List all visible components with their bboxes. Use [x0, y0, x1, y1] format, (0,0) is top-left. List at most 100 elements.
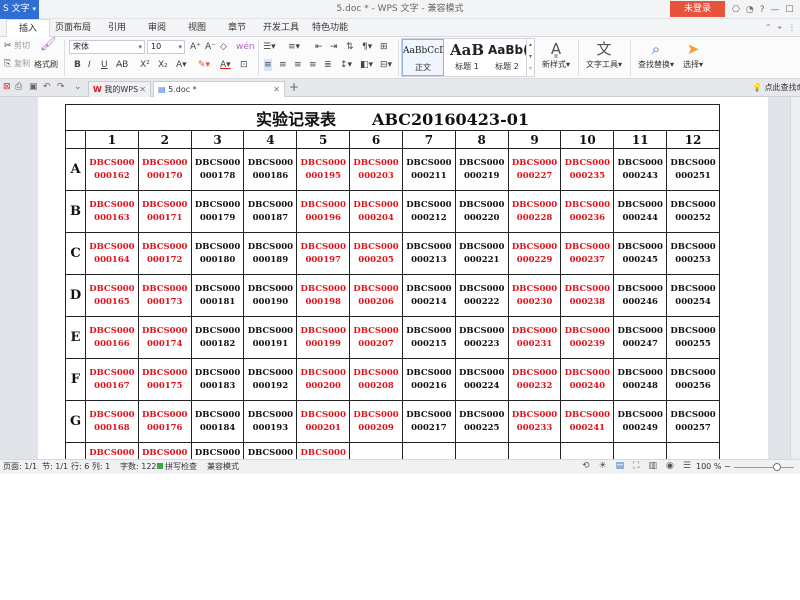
find-replace-button[interactable]: ⌕ 查找替换▾ [634, 39, 678, 70]
sample-cell[interactable]: DBCS000 000214 [401, 274, 456, 317]
sample-cell[interactable]: DBCS000 000173 [137, 274, 192, 317]
sample-cell[interactable]: DBCS000 000184 [190, 400, 245, 443]
sample-cell[interactable]: DBCS000 000162 [85, 148, 139, 191]
sample-cell[interactable]: DBCS000 [296, 442, 351, 459]
sample-cell[interactable]: DBCS000 000232 [507, 358, 562, 401]
sample-cell[interactable]: DBCS000 000166 [85, 316, 139, 359]
sample-cell[interactable]: DBCS000 000167 [85, 358, 139, 401]
sample-cell[interactable]: DBCS000 000251 [666, 148, 720, 191]
sample-cell[interactable]: DBCS000 000209 [349, 400, 403, 443]
sample-cell[interactable]: DBCS000 000227 [507, 148, 562, 191]
sort-icon[interactable]: ⇅ [346, 41, 354, 53]
sample-cell[interactable]: DBCS000 000249 [613, 400, 668, 443]
numbering-icon[interactable]: ≡▾ [288, 41, 300, 53]
full-screen-icon[interactable]: ⛶ [633, 461, 639, 471]
sample-cell[interactable]: DBCS000 000179 [190, 190, 245, 233]
sample-cell[interactable]: DBCS000 000244 [613, 190, 668, 233]
justify-icon[interactable]: ≡ [309, 59, 317, 71]
font-name-select[interactable]: 宋体 ▾ [69, 40, 145, 54]
sample-cell[interactable]: DBCS000 000215 [401, 316, 456, 359]
indent-icon[interactable]: ⇥ [330, 41, 338, 53]
sample-cell[interactable]: DBCS000 000199 [296, 316, 351, 359]
sample-cell[interactable]: DBCS000 000204 [349, 190, 403, 233]
sample-cell[interactable]: DBCS000 000217 [401, 400, 456, 443]
sample-cell[interactable] [560, 442, 615, 459]
sample-cell[interactable]: DBCS000 000207 [349, 316, 403, 359]
sample-cell[interactable]: DBCS000 000233 [507, 400, 562, 443]
highlight-icon[interactable]: ✎▾ [198, 59, 210, 71]
text-effect-icon[interactable]: A▾ [176, 59, 187, 71]
tab-review[interactable]: 审阅 [140, 19, 174, 37]
vertical-scrollbar[interactable] [790, 97, 800, 459]
sample-cell[interactable]: DBCS000 000239 [560, 316, 615, 359]
sample-cell[interactable] [349, 442, 403, 459]
sample-cell[interactable]: DBCS000 000193 [243, 400, 298, 443]
close-icon[interactable]: ✕ [139, 82, 146, 97]
cut-button[interactable]: 剪切 [14, 40, 30, 52]
bullets-icon[interactable]: ☰▾ [263, 41, 276, 53]
sample-cell[interactable]: DBCS000 000187 [243, 190, 298, 233]
bold-icon[interactable]: B [74, 59, 81, 71]
new-style-button[interactable]: A͇ 新样式▾ [538, 39, 574, 70]
sample-cell[interactable]: DBCS000 000256 [666, 358, 720, 401]
sample-cell[interactable]: DBCS000 000245 [613, 232, 668, 275]
sample-cell[interactable] [507, 442, 562, 459]
subscript-icon[interactable]: X₂ [158, 59, 168, 71]
sample-cell[interactable]: DBCS000 000174 [137, 316, 192, 359]
page-view-icon[interactable]: ▤ [616, 461, 625, 471]
pdf-icon[interactable]: ⊠ [3, 82, 11, 92]
sample-cell[interactable]: DBCS000 000178 [190, 148, 245, 191]
eye-protection-icon[interactable]: ☀ [599, 461, 607, 471]
sample-cell[interactable]: DBCS000 000236 [560, 190, 615, 233]
sample-cell[interactable]: DBCS000 000212 [401, 190, 456, 233]
sample-cell[interactable]: DBCS000 [243, 442, 298, 459]
minimize-icon[interactable]: — [771, 5, 780, 15]
tab-insert[interactable]: 插入 [6, 19, 50, 37]
sample-cell[interactable]: DBCS000 000186 [243, 148, 298, 191]
table-grid-icon[interactable]: ⊞ [380, 41, 388, 53]
more-icon[interactable]: ⋮ [788, 23, 796, 33]
sample-cell[interactable]: DBCS000 000237 [560, 232, 615, 275]
tab-view[interactable]: 视图 [180, 19, 214, 37]
sample-cell[interactable]: DBCS000 000171 [137, 190, 192, 233]
sample-cell[interactable]: DBCS000 000252 [666, 190, 720, 233]
sample-cell[interactable]: DBCS000 000230 [507, 274, 562, 317]
sample-cell[interactable]: DBCS000 000246 [613, 274, 668, 317]
distribute-icon[interactable]: ≣ [324, 59, 332, 71]
close-icon[interactable]: ✕ [273, 82, 280, 97]
sample-cell[interactable]: DBCS000 000229 [507, 232, 562, 275]
print-icon[interactable]: ⎙ [15, 82, 22, 92]
clear-format-icon[interactable]: ◇ [220, 41, 227, 53]
borders-icon[interactable]: ⊟▾ [380, 59, 392, 71]
char-border-icon[interactable]: ⊡ [240, 59, 248, 71]
sample-cell[interactable]: DBCS000 000170 [137, 148, 192, 191]
sample-cell[interactable]: DBCS000 000190 [243, 274, 298, 317]
sample-cell[interactable]: DBCS000 000219 [454, 148, 509, 191]
sample-cell[interactable]: DBCS000 000257 [666, 400, 720, 443]
sample-cell[interactable]: DBCS000 000211 [401, 148, 456, 191]
tab-chapter[interactable]: 章节 [220, 19, 254, 37]
shrink-font-icon[interactable]: A⁻ [205, 41, 216, 53]
sample-cell[interactable]: DBCS000 000248 [613, 358, 668, 401]
preview-icon[interactable]: ▣ [29, 82, 38, 92]
tab-page-layout[interactable]: 页面布局 [52, 19, 94, 37]
redo-icon[interactable]: ↷ [57, 82, 65, 92]
superscript-icon[interactable]: X² [140, 59, 150, 71]
sample-cell[interactable]: DBCS000 000163 [85, 190, 139, 233]
sample-cell[interactable]: DBCS000 000181 [190, 274, 245, 317]
command-search[interactable]: 💡 点此查找命 [752, 82, 800, 93]
sample-cell[interactable] [613, 442, 668, 459]
sample-cell[interactable]: DBCS000 000164 [85, 232, 139, 275]
sample-cell[interactable] [454, 442, 509, 459]
sample-cell[interactable]: DBCS000 000197 [296, 232, 351, 275]
show-marks-icon[interactable]: ¶▾ [362, 41, 372, 53]
sample-cell[interactable]: DBCS000 000203 [349, 148, 403, 191]
line-spacing-icon[interactable]: ↕▾ [340, 59, 352, 71]
sample-cell[interactable]: DBCS000 000225 [454, 400, 509, 443]
font-size-select[interactable]: 10 ▾ [147, 40, 185, 54]
sample-cell[interactable]: DBCS000 000180 [190, 232, 245, 275]
feedback-icon[interactable]: ◔ [746, 5, 754, 15]
tab-features[interactable]: 特色功能 [308, 19, 352, 37]
spell-check-toggle[interactable]: 拼写检查 [157, 460, 197, 474]
sample-cell[interactable]: DBCS000 000165 [85, 274, 139, 317]
